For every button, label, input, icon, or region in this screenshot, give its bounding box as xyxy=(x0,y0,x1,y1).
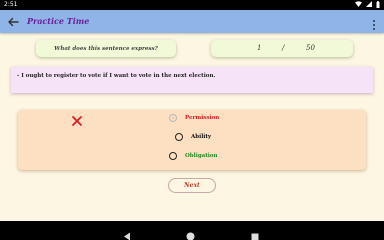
option-obligation[interactable]: Obligation xyxy=(169,152,218,160)
back-arrow-icon[interactable] xyxy=(6,14,20,28)
option-permission[interactable]: Permission xyxy=(169,114,219,122)
question-prompt: What does this sentence express? xyxy=(36,40,176,57)
overflow-menu-icon[interactable] xyxy=(372,16,376,30)
sentence-text: - I ought to register to vote if I want … xyxy=(17,73,216,79)
question-prompt-text: What does this sentence express? xyxy=(54,45,158,52)
wrong-answer-icon xyxy=(71,112,83,126)
radio-obligation[interactable] xyxy=(169,152,177,160)
status-time: 2:51 xyxy=(4,1,18,8)
app-bar: Practice Time xyxy=(0,10,384,33)
radio-permission[interactable] xyxy=(169,114,177,122)
status-bar: 2:51 xyxy=(0,0,384,10)
option-ability-label: Ability xyxy=(191,134,212,140)
status-icons xyxy=(355,0,380,10)
nav-back-icon[interactable] xyxy=(123,226,131,240)
battery-icon xyxy=(376,0,380,10)
option-ability[interactable]: Ability xyxy=(175,133,211,141)
signal-icon xyxy=(366,1,372,9)
nav-home-icon[interactable] xyxy=(186,226,195,240)
sentence-box: - I ought to register to vote if I want … xyxy=(11,67,373,93)
counter-current: 1 xyxy=(257,44,262,52)
option-permission-label: Permission xyxy=(185,115,220,121)
app-title: Practice Time xyxy=(27,16,90,26)
system-nav-bar xyxy=(0,221,384,240)
next-button[interactable]: Next xyxy=(168,178,216,193)
radio-ability[interactable] xyxy=(175,133,183,141)
wifi-icon xyxy=(355,1,362,9)
option-obligation-label: Obligation xyxy=(185,153,218,159)
counter-separator: / xyxy=(282,44,285,52)
question-counter: 1 / 50 xyxy=(211,40,353,57)
counter-total: 50 xyxy=(306,44,315,52)
nav-recents-icon[interactable] xyxy=(251,226,259,240)
